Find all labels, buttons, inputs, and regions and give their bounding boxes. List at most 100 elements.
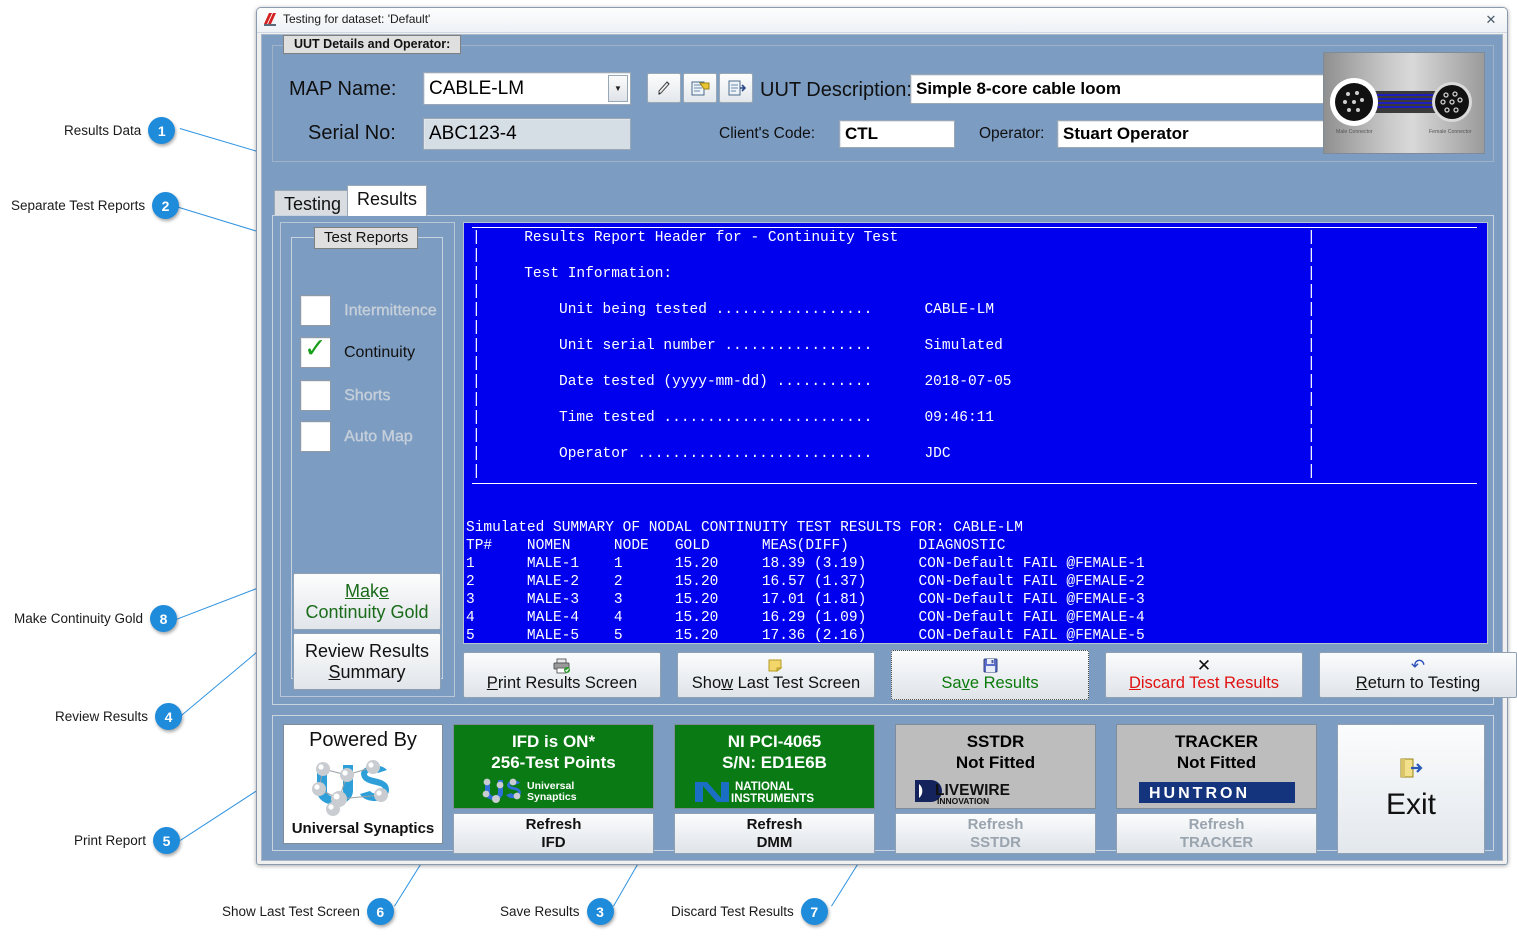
serial-no-field[interactable]: ABC123-4 [423,118,631,150]
checkbox-box[interactable] [300,295,331,326]
cable-diagram-image: Male Connector Female Connector [1323,52,1485,154]
checkbox-box[interactable] [300,421,331,452]
cross-icon: ✕ [1197,658,1211,674]
clients-code-value: CTL [845,124,878,144]
chevron-down-icon[interactable]: ▼ [608,75,628,102]
report-right-pipe: | [1307,301,1316,319]
application-window: Testing for dataset: 'Default' ✕ UUT Det… [256,7,1508,865]
operator-label: Operator: [979,125,1044,143]
export-map-icon[interactable] [719,73,753,103]
callout-separate-test-reports: Separate Test Reports 2 [11,192,179,219]
report-right-pipe: | [1307,319,1316,337]
report-right-pipe: | [1307,229,1316,247]
review-results-summary-button[interactable]: Review Results Summary [293,633,441,690]
callout-badge: 4 [155,703,182,730]
report-right-pipe: | [1307,409,1316,427]
callout-badge: 5 [153,827,180,854]
report-header-line: | [472,427,1487,445]
uut-description-field[interactable]: Simple 8-core cable loom [910,74,1333,104]
svg-text:INSTRUMENTS: INSTRUMENTS [731,793,814,805]
checkbox-box[interactable]: ✓ [300,337,331,368]
refresh-sstdr-button[interactable]: Refresh SSTDR [895,813,1096,854]
close-icon[interactable]: ✕ [1483,12,1499,28]
dmm-status-panel: NI PCI-4065 S/N: ED1E6B NATIONAL INSTRUM… [674,724,875,809]
make-continuity-gold-button[interactable]: Make Continuity Gold [293,573,441,630]
svg-text:Female Connector: Female Connector [1429,129,1472,135]
map-name-combobox[interactable]: CABLE-LM ▼ [423,72,631,105]
ifd-brand-logo: Universal Synaptics [479,776,629,808]
tab-label: Testing [284,194,341,214]
report-checkbox-shorts[interactable]: Shorts [300,380,390,411]
refresh-ifd-button[interactable]: Refresh IFD [453,813,654,854]
report-header-line: | [472,391,1487,409]
report-right-pipe: | [1307,463,1316,481]
callout-badge: 1 [148,117,175,144]
ifd-line1: IFD is ON* [512,731,595,752]
tab-results[interactable]: Results [347,185,427,216]
huntron-logo: HUNTRON [1137,780,1297,806]
uut-group-legend: UUT Details and Operator: [283,35,461,54]
hardware-status-strip: Powered By [272,715,1494,851]
refresh-dmm-button[interactable]: Refresh DMM [674,813,875,854]
report-header-line: | Test Information: [472,265,1487,283]
tracker-status-panel: TRACKER Not Fitted HUNTRON [1116,724,1317,809]
discard-test-results-button[interactable]: ✕ Discard Test Results [1105,652,1303,698]
report-header-line: | [472,355,1487,373]
table-row: 5 MALE-5 5 15.20 17.36 (2.16) CON-Defaul… [466,627,1145,644]
refresh-dmm-line1: Refresh [747,816,803,834]
uut-description-label: UUT Description: [760,79,912,102]
checkbox-label: Intermittence [344,302,436,320]
callout-badge: 2 [152,192,179,219]
report-rule-bottom [472,483,1477,484]
callout-label: Make Continuity Gold [14,611,150,626]
exit-button[interactable]: Exit [1337,724,1485,854]
checkbox-box[interactable] [300,380,331,411]
svg-text:INNOVATION: INNOVATION [937,796,989,806]
callout-label: Print Report [74,833,153,848]
print-results-screen-button[interactable]: Print Results Screen [463,652,661,698]
report-header-line: | Unit being tested .................. C… [472,301,1487,319]
sstdr-line1: SSTDR [967,731,1025,752]
serial-no-label: Serial No: [308,122,396,145]
report-checkbox-intermittence[interactable]: Intermittence [300,295,436,326]
report-header-line: | Unit serial number ................. S… [472,337,1487,355]
clients-code-field[interactable]: CTL [839,120,955,148]
report-header-line: | [472,319,1487,337]
summary-title: Simulated SUMMARY OF NODAL CONTINUITY TE… [466,519,1145,537]
return-to-testing-button[interactable]: ↶ Return to Testing [1319,652,1517,698]
review-line2: Summary [328,662,405,683]
print-results-label: Print Results Screen [487,674,637,693]
national-instruments-logo: NATIONAL INSTRUMENTS [691,776,859,808]
show-last-test-screen-button[interactable]: Show Last Test Screen [677,652,875,698]
test-reports-legend: Test Reports [314,227,418,249]
refresh-tracker-button[interactable]: Refresh TRACKER [1116,813,1317,854]
table-row: 4 MALE-4 4 15.20 16.29 (1.09) CON-Defaul… [466,609,1145,627]
report-right-pipe: | [1307,355,1316,373]
save-results-button[interactable]: Save Results [891,650,1089,700]
report-checkbox-auto-map[interactable]: Auto Map [300,421,412,452]
callout-save-results: Save Results 3 [500,898,614,925]
operator-field[interactable]: Stuart Operator [1057,120,1333,148]
report-right-pipe: | [1307,373,1316,391]
discard-test-results-label: Discard Test Results [1129,674,1279,693]
report-checkbox-continuity[interactable]: ✓ Continuity [300,337,415,368]
checkbox-label: Shorts [344,387,390,405]
undo-arrow-icon: ↶ [1411,658,1425,674]
results-report-display[interactable]: | Results Report Header for - Continuity… [463,222,1488,644]
tab-label: Results [357,189,417,209]
map-properties-icon[interactable] [683,73,717,103]
checkbox-label: Auto Map [344,428,412,446]
check-icon: ✓ [304,333,327,364]
window-title: Testing for dataset: 'Default' [283,12,430,26]
make-gold-line2: Continuity Gold [305,602,428,623]
refresh-tracker-line2: TRACKER [1180,834,1253,852]
show-last-test-label: Show Last Test Screen [692,674,860,693]
callout-show-last-test-screen: Show Last Test Screen 6 [222,898,394,925]
callout-review-results: Review Results 4 [55,703,182,730]
results-tab-panel: Test Reports Intermittence ✓ Continuity … [272,215,1494,705]
refresh-sstdr-line1: Refresh [968,816,1024,834]
refresh-tracker-line1: Refresh [1189,816,1245,834]
edit-map-icon[interactable] [647,73,681,103]
window-body: UUT Details and Operator: MAP Name: CABL… [261,34,1503,861]
report-header-line: | [472,247,1487,265]
